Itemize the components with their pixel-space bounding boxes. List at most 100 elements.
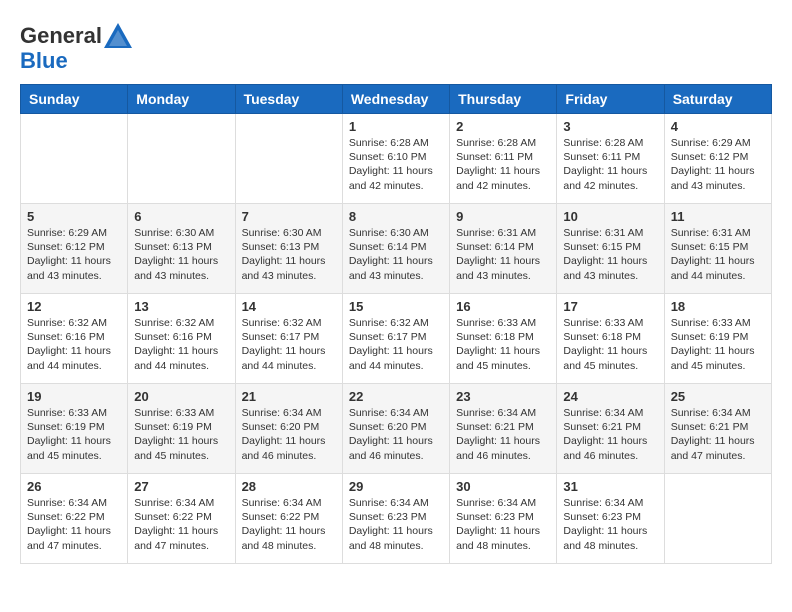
day-number: 24: [563, 389, 657, 404]
day-number: 20: [134, 389, 228, 404]
day-number: 27: [134, 479, 228, 494]
calendar-cell: 24 Sunrise: 6:34 AM Sunset: 6:21 PM Dayli…: [557, 384, 664, 474]
calendar-cell: 22Sunrise: 6:34 AM Sunset: 6:20 PM Dayli…: [342, 384, 449, 474]
day-number: 1: [349, 119, 443, 134]
day-info: Sunrise: 6:28 AM Sunset: 6:11 PM Dayligh…: [456, 136, 550, 193]
day-number: 3: [563, 119, 657, 134]
calendar-cell: 8Sunrise: 6:30 AM Sunset: 6:14 PM Daylig…: [342, 204, 449, 294]
calendar-cell: 4 Sunrise: 6:29 AM Sunset: 6:12 PM Daylig…: [664, 114, 771, 204]
day-number: 5: [27, 209, 121, 224]
calendar-header-tuesday: Tuesday: [235, 85, 342, 114]
day-number: 22: [349, 389, 443, 404]
day-number: 19: [27, 389, 121, 404]
calendar-cell: 6 Sunrise: 6:30 AM Sunset: 6:13 PM Daylig…: [128, 204, 235, 294]
day-number: 30: [456, 479, 550, 494]
day-number: 12: [27, 299, 121, 314]
calendar-cell: 31 Sunrise: 6:34 AM Sunset: 6:23 PM Dayli…: [557, 474, 664, 564]
day-number: 13: [134, 299, 228, 314]
day-number: 7: [242, 209, 336, 224]
calendar-header-friday: Friday: [557, 85, 664, 114]
calendar-cell: 19 Sunrise: 6:33 AM Sunset: 6:19 PM Dayli…: [21, 384, 128, 474]
calendar-table: SundayMondayTuesdayWednesdayThursdayFrid…: [20, 84, 772, 564]
calendar-week-row: 12 Sunrise: 6:32 AM Sunset: 6:16 PM Dayli…: [21, 294, 772, 384]
calendar-cell: 9 Sunrise: 6:31 AM Sunset: 6:14 PM Daylig…: [450, 204, 557, 294]
calendar-cell: [128, 114, 235, 204]
calendar-cell: 10 Sunrise: 6:31 AM Sunset: 6:15 PM Dayli…: [557, 204, 664, 294]
calendar-cell: 30 Sunrise: 6:34 AM Sunset: 6:23 PM Dayli…: [450, 474, 557, 564]
day-info: Sunrise: 6:34 AM Sunset: 6:21 PM Dayligh…: [563, 406, 657, 463]
day-info: Sunrise: 6:34 AM Sunset: 6:22 PM Dayligh…: [27, 496, 121, 553]
calendar-week-row: 5 Sunrise: 6:29 AM Sunset: 6:12 PM Daylig…: [21, 204, 772, 294]
calendar-cell: 2 Sunrise: 6:28 AM Sunset: 6:11 PM Daylig…: [450, 114, 557, 204]
day-info: Sunrise: 6:33 AM Sunset: 6:19 PM Dayligh…: [27, 406, 121, 463]
day-info: Sunrise: 6:33 AM Sunset: 6:18 PM Dayligh…: [456, 316, 550, 373]
day-number: 2: [456, 119, 550, 134]
day-number: 29: [349, 479, 443, 494]
day-info: Sunrise: 6:29 AM Sunset: 6:12 PM Dayligh…: [27, 226, 121, 283]
day-number: 25: [671, 389, 765, 404]
day-info: Sunrise: 6:34 AM Sunset: 6:21 PM Dayligh…: [456, 406, 550, 463]
day-info: Sunrise: 6:28 AM Sunset: 6:10 PM Dayligh…: [349, 136, 443, 193]
day-info: Sunrise: 6:32 AM Sunset: 6:16 PM Dayligh…: [27, 316, 121, 373]
calendar-cell: 5 Sunrise: 6:29 AM Sunset: 6:12 PM Daylig…: [21, 204, 128, 294]
calendar-cell: 12 Sunrise: 6:32 AM Sunset: 6:16 PM Dayli…: [21, 294, 128, 384]
calendar-week-row: 19 Sunrise: 6:33 AM Sunset: 6:19 PM Dayli…: [21, 384, 772, 474]
day-info: Sunrise: 6:34 AM Sunset: 6:23 PM Dayligh…: [349, 496, 443, 553]
calendar-cell: [664, 474, 771, 564]
logo-blue: Blue: [20, 48, 68, 74]
day-info: Sunrise: 6:34 AM Sunset: 6:23 PM Dayligh…: [456, 496, 550, 553]
calendar-cell: [235, 114, 342, 204]
day-number: 31: [563, 479, 657, 494]
calendar-header-row: SundayMondayTuesdayWednesdayThursdayFrid…: [21, 85, 772, 114]
calendar-cell: 28Sunrise: 6:34 AM Sunset: 6:22 PM Dayli…: [235, 474, 342, 564]
day-number: 18: [671, 299, 765, 314]
day-info: Sunrise: 6:32 AM Sunset: 6:17 PM Dayligh…: [242, 316, 336, 373]
day-number: 8: [349, 209, 443, 224]
calendar-cell: 23 Sunrise: 6:34 AM Sunset: 6:21 PM Dayli…: [450, 384, 557, 474]
day-number: 10: [563, 209, 657, 224]
day-number: 14: [242, 299, 336, 314]
day-info: Sunrise: 6:32 AM Sunset: 6:17 PM Dayligh…: [349, 316, 443, 373]
logo: General Blue: [20, 20, 134, 74]
calendar-cell: 27 Sunrise: 6:34 AM Sunset: 6:22 PM Dayli…: [128, 474, 235, 564]
day-info: Sunrise: 6:34 AM Sunset: 6:20 PM Dayligh…: [242, 406, 336, 463]
logo-icon: [102, 20, 134, 52]
calendar-cell: 21Sunrise: 6:34 AM Sunset: 6:20 PM Dayli…: [235, 384, 342, 474]
day-info: Sunrise: 6:30 AM Sunset: 6:13 PM Dayligh…: [242, 226, 336, 283]
day-info: Sunrise: 6:34 AM Sunset: 6:21 PM Dayligh…: [671, 406, 765, 463]
calendar-header-wednesday: Wednesday: [342, 85, 449, 114]
day-number: 26: [27, 479, 121, 494]
day-number: 23: [456, 389, 550, 404]
day-info: Sunrise: 6:34 AM Sunset: 6:23 PM Dayligh…: [563, 496, 657, 553]
day-info: Sunrise: 6:33 AM Sunset: 6:19 PM Dayligh…: [134, 406, 228, 463]
day-number: 15: [349, 299, 443, 314]
logo-general: General: [20, 23, 102, 49]
day-number: 28: [242, 479, 336, 494]
calendar-cell: 20 Sunrise: 6:33 AM Sunset: 6:19 PM Dayli…: [128, 384, 235, 474]
day-info: Sunrise: 6:34 AM Sunset: 6:22 PM Dayligh…: [134, 496, 228, 553]
calendar-cell: 14 Sunrise: 6:32 AM Sunset: 6:17 PM Dayli…: [235, 294, 342, 384]
day-info: Sunrise: 6:33 AM Sunset: 6:18 PM Dayligh…: [563, 316, 657, 373]
day-number: 6: [134, 209, 228, 224]
day-info: Sunrise: 6:31 AM Sunset: 6:15 PM Dayligh…: [671, 226, 765, 283]
day-info: Sunrise: 6:31 AM Sunset: 6:14 PM Dayligh…: [456, 226, 550, 283]
day-number: 17: [563, 299, 657, 314]
calendar-header-monday: Monday: [128, 85, 235, 114]
day-info: Sunrise: 6:29 AM Sunset: 6:12 PM Dayligh…: [671, 136, 765, 193]
calendar-cell: [21, 114, 128, 204]
calendar-cell: 7 Sunrise: 6:30 AM Sunset: 6:13 PM Daylig…: [235, 204, 342, 294]
page-header: General Blue: [20, 20, 772, 74]
calendar-week-row: 26 Sunrise: 6:34 AM Sunset: 6:22 PM Dayli…: [21, 474, 772, 564]
calendar-cell: 18 Sunrise: 6:33 AM Sunset: 6:19 PM Dayli…: [664, 294, 771, 384]
day-info: Sunrise: 6:30 AM Sunset: 6:13 PM Dayligh…: [134, 226, 228, 283]
day-number: 4: [671, 119, 765, 134]
calendar-cell: 1 Sunrise: 6:28 AM Sunset: 6:10 PM Daylig…: [342, 114, 449, 204]
day-number: 9: [456, 209, 550, 224]
calendar-header-saturday: Saturday: [664, 85, 771, 114]
day-info: Sunrise: 6:33 AM Sunset: 6:19 PM Dayligh…: [671, 316, 765, 373]
day-number: 11: [671, 209, 765, 224]
day-number: 16: [456, 299, 550, 314]
calendar-cell: 15 Sunrise: 6:32 AM Sunset: 6:17 PM Dayli…: [342, 294, 449, 384]
calendar-cell: 29 Sunrise: 6:34 AM Sunset: 6:23 PM Dayli…: [342, 474, 449, 564]
day-info: Sunrise: 6:31 AM Sunset: 6:15 PM Dayligh…: [563, 226, 657, 283]
